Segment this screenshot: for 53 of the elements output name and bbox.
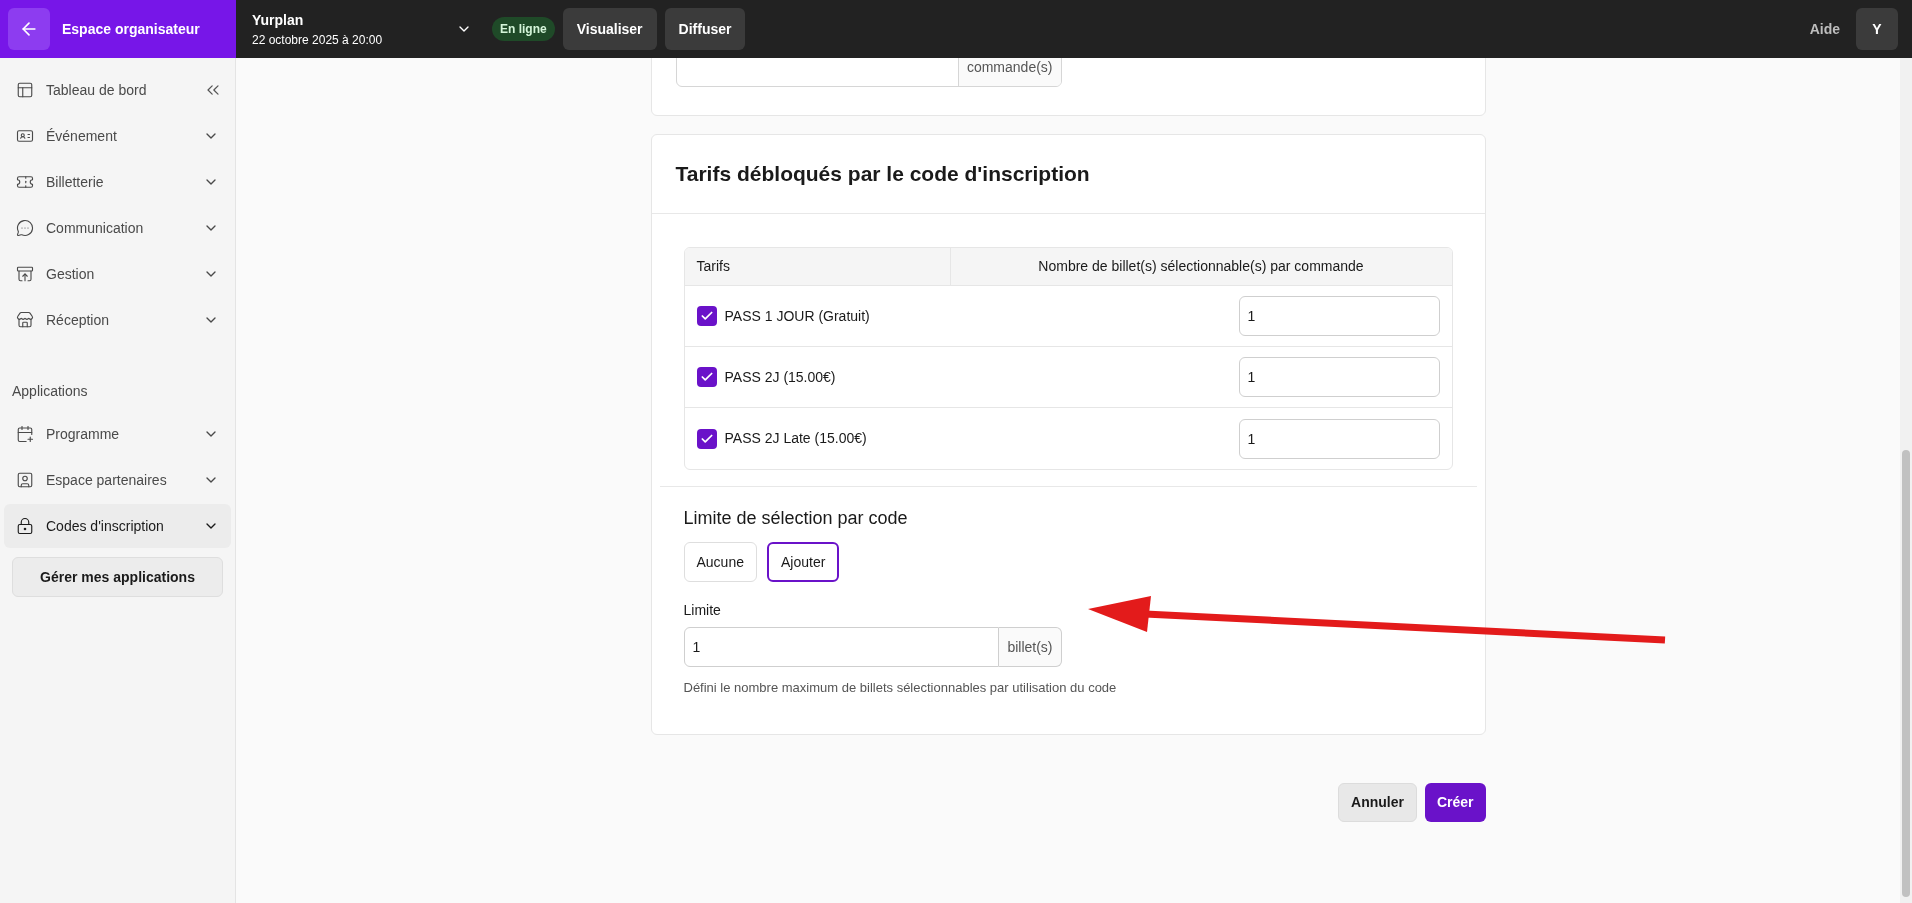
card-title: Tarifs débloqués par le code d'inscription (675, 161, 1090, 188)
section-heading: Limite de sélection par code (683, 507, 909, 530)
help-link[interactable]: Aide (1809, 18, 1840, 40)
sidebar-item[interactable]: Communication (4, 206, 231, 250)
limit-field[interactable]: 1 (683, 627, 1000, 667)
check-icon (699, 309, 714, 323)
storefront-icon (16, 311, 34, 329)
tarif-label: PASS 2J Late (15.00€) (724, 429, 868, 448)
quantity-field[interactable]: 1 (1238, 418, 1440, 459)
create-button[interactable]: Créer (1424, 782, 1486, 822)
sidebar-item[interactable]: Réception (4, 298, 231, 342)
tarif-label: PASS 1 JOUR (Gratuit) (724, 306, 871, 326)
lock-icon (16, 517, 34, 535)
id-card-icon (16, 127, 34, 145)
space-title: Espace organisateur (62, 19, 200, 39)
checkbox[interactable] (696, 306, 717, 326)
scrollbar-thumb[interactable] (1902, 450, 1910, 897)
help-text: Défini le nombre maximum de billets sélectionnables par utilisation du code (683, 679, 1118, 697)
back-button[interactable] (8, 8, 50, 50)
status-badge: En ligne (492, 17, 555, 41)
checkbox[interactable] (696, 428, 717, 449)
input-field[interactable]: commande(s) (675, 58, 1062, 87)
sidebar-item[interactable]: Codes d'inscription (4, 504, 231, 548)
sidebar-item[interactable]: Tableau de bord (4, 68, 203, 112)
ticket-icon (16, 173, 34, 191)
column-header: Tarifs (684, 248, 951, 285)
sidebar-item[interactable]: Gestion (4, 252, 231, 296)
input-addon: commande(s) (957, 58, 1061, 86)
sidebar-item[interactable]: Programme (4, 412, 231, 456)
manage-applications-button[interactable]: Gérer mes applications (12, 557, 223, 597)
toolbar-button[interactable]: Visualiser (562, 8, 657, 50)
check-icon (699, 370, 714, 384)
column-header: Nombre de billet(s) sélectionnable(s) par commande (1037, 257, 1365, 276)
quantity-field[interactable]: 1 (1238, 296, 1440, 336)
toolbar-button[interactable]: Diffuser (664, 8, 746, 50)
option-button[interactable]: Ajouter (767, 542, 840, 582)
sidebar-item[interactable]: Espace partenaires (4, 458, 231, 502)
layout-icon (16, 81, 34, 99)
cancel-button[interactable]: Annuler (1338, 782, 1417, 822)
avatar-button[interactable]: Y (1856, 8, 1898, 50)
chat-bubble-icon (16, 219, 34, 237)
person-badge-icon (16, 471, 34, 489)
sidebar-item[interactable]: Billetterie (4, 160, 231, 204)
calendar-plus-icon (16, 425, 34, 443)
event-selector[interactable]: Yurplan 22 octobre 2025 à 20:00 (252, 9, 472, 49)
tarif-label: PASS 2J (15.00€) (724, 367, 837, 387)
input-addon: billet(s) (999, 627, 1062, 667)
field-label: Limite (683, 601, 722, 620)
quantity-field[interactable]: 1 (1238, 357, 1440, 397)
sidebar-item[interactable]: Événement (4, 114, 231, 158)
option-button[interactable]: Aucune (683, 542, 757, 582)
checkbox[interactable] (696, 367, 717, 387)
section-title: Applications (11, 382, 89, 401)
